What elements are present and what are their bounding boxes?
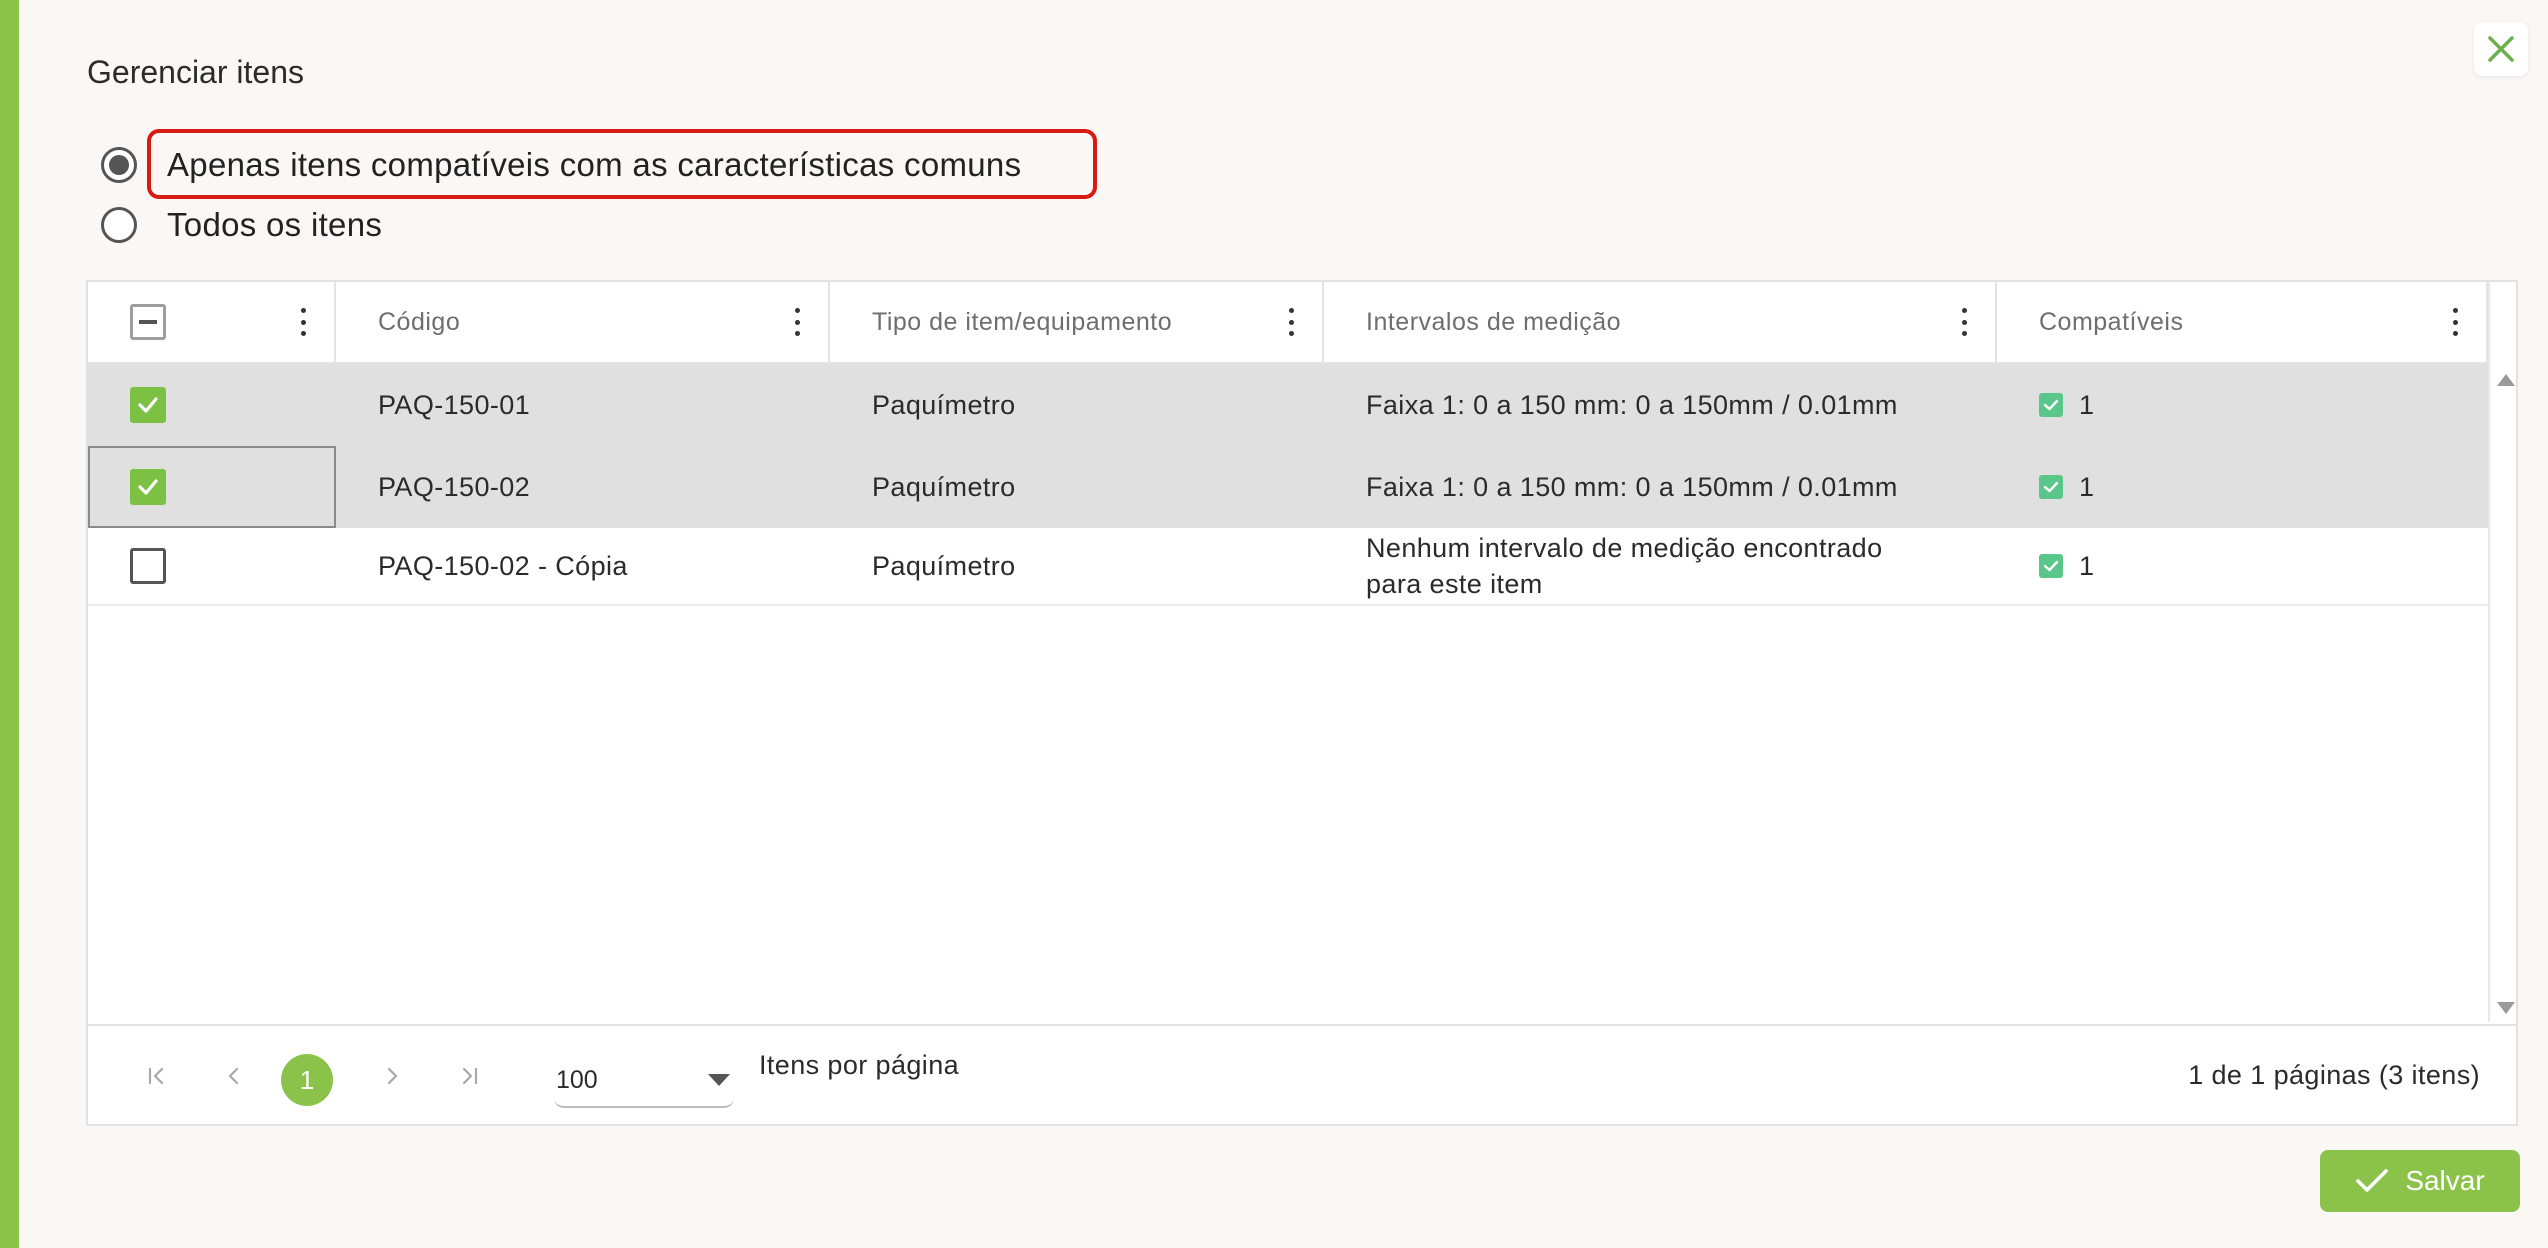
close-button[interactable]	[2474, 22, 2528, 76]
select-all-checkbox[interactable]	[130, 304, 166, 340]
page-size-value: 100	[556, 1066, 598, 1094]
left-accent-bar	[0, 0, 19, 1248]
prev-page-button[interactable]	[214, 1056, 254, 1096]
row-checkbox-checked[interactable]	[130, 387, 166, 423]
scroll-down-arrow-icon[interactable]	[2497, 1002, 2515, 1014]
header-codigo-label: Código	[378, 307, 461, 336]
header-select-all-cell	[88, 282, 336, 362]
table-row[interactable]: PAQ-150-02 - Cópia Paquímetro Nenhum int…	[88, 528, 2488, 606]
header-codigo[interactable]: Código	[336, 282, 830, 362]
table-row[interactable]: PAQ-150-01 Paquímetro Faixa 1: 0 a 150 m…	[88, 364, 2488, 446]
radio-button-selected[interactable]	[101, 147, 137, 183]
kebab-menu-icon[interactable]	[298, 308, 308, 336]
close-icon	[2488, 36, 2514, 62]
compatible-count: 1	[2079, 389, 2095, 420]
compatible-check-icon	[2039, 475, 2063, 499]
row-select-cell[interactable]	[88, 364, 336, 446]
radio-all-items[interactable]: Todos os itens	[101, 206, 382, 244]
dialog-title: Gerenciar itens	[87, 54, 304, 90]
radio-button-unselected[interactable]	[101, 207, 137, 243]
cell-tipo: Paquímetro	[872, 472, 1016, 502]
save-button-label: Salvar	[2405, 1165, 2485, 1196]
header-tipo[interactable]: Tipo de item/equipamento	[830, 282, 1324, 362]
page-size-dropdown[interactable]: 100	[554, 1048, 734, 1108]
first-page-icon	[148, 1067, 164, 1085]
cell-codigo: PAQ-150-01	[378, 390, 531, 420]
compatible-count: 1	[2079, 471, 2095, 502]
check-icon	[138, 397, 158, 413]
scroll-up-arrow-icon[interactable]	[2497, 374, 2515, 386]
chevron-down-icon	[708, 1074, 730, 1086]
cell-codigo: PAQ-150-02 - Cópia	[378, 551, 628, 581]
header-intervalos[interactable]: Intervalos de medição	[1324, 282, 1997, 362]
header-tipo-label: Tipo de item/equipamento	[872, 307, 1173, 336]
cell-intervalos: Faixa 1: 0 a 150 mm: 0 a 150mm / 0.01mm	[1366, 472, 1898, 502]
cell-compativeis: 1	[1997, 446, 2488, 528]
last-page-icon	[462, 1067, 478, 1085]
cell-compativeis: 1	[1997, 528, 2488, 604]
check-icon	[2356, 1169, 2389, 1192]
manage-items-dialog: Gerenciar itens Apenas itens compatíveis…	[19, 0, 2548, 1248]
row-select-cell[interactable]	[88, 446, 336, 528]
header-intervalos-label: Intervalos de medição	[1366, 307, 1622, 336]
cell-intervalos: Faixa 1: 0 a 150 mm: 0 a 150mm / 0.01mm	[1366, 390, 1898, 420]
highlight-annotation	[147, 129, 1097, 199]
compatible-count: 1	[2079, 550, 2095, 581]
chevron-left-icon	[228, 1067, 239, 1085]
header-compativeis[interactable]: Compatíveis	[1997, 282, 2488, 362]
row-checkbox-unchecked[interactable]	[130, 548, 166, 584]
radio-all-label: Todos os itens	[167, 206, 383, 243]
cell-intervalos: Nenhum intervalo de medição encontrado p…	[1366, 533, 1883, 599]
table-row[interactable]: PAQ-150-02 Paquímetro Faixa 1: 0 a 150 m…	[88, 446, 2488, 528]
items-grid: Código Tipo de item/equipamento Interval…	[86, 280, 2518, 1126]
check-icon	[138, 479, 158, 495]
save-button[interactable]: Salvar	[2320, 1150, 2520, 1212]
last-page-button[interactable]	[450, 1056, 490, 1096]
cell-tipo: Paquímetro	[872, 390, 1016, 420]
grid-header: Código Tipo de item/equipamento Interval…	[88, 282, 2488, 364]
cell-codigo: PAQ-150-02	[378, 472, 531, 502]
kebab-menu-icon[interactable]	[1959, 308, 1969, 336]
kebab-menu-icon[interactable]	[1286, 308, 1296, 336]
cell-compativeis: 1	[1997, 364, 2488, 446]
page-number-button[interactable]: 1	[281, 1054, 333, 1106]
cell-tipo: Paquímetro	[872, 551, 1016, 581]
items-per-page-label: Itens por página	[759, 1050, 960, 1080]
row-select-cell[interactable]	[88, 528, 336, 604]
kebab-menu-icon[interactable]	[2450, 308, 2460, 336]
chevron-right-icon	[387, 1067, 398, 1085]
vertical-scrollbar[interactable]	[2488, 282, 2518, 1022]
header-compativeis-label: Compatíveis	[2039, 307, 2184, 336]
compatible-check-icon	[2039, 393, 2063, 417]
grid-pager: 1 100 Itens por página 1 de 1 páginas (3…	[88, 1024, 2516, 1124]
row-checkbox-checked[interactable]	[130, 469, 166, 505]
first-page-button[interactable]	[136, 1056, 176, 1096]
compatible-check-icon	[2039, 554, 2063, 578]
next-page-button[interactable]	[372, 1056, 412, 1096]
kebab-menu-icon[interactable]	[792, 308, 802, 336]
page-info: 1 de 1 páginas (3 itens)	[2188, 1060, 2480, 1090]
